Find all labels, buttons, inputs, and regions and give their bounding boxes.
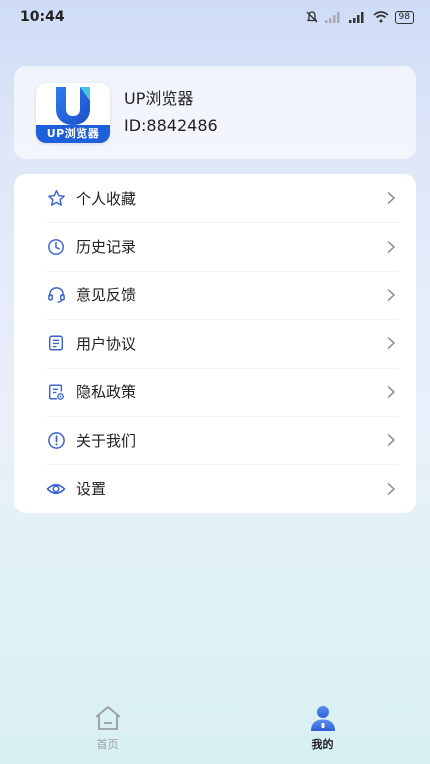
signal-icon: [348, 12, 364, 23]
profile-id: ID:8842486: [124, 115, 218, 135]
menu-item-label: 设置: [76, 480, 107, 499]
menu-item-privacy-policy[interactable]: 隐私政策: [46, 367, 398, 416]
clock-icon: [46, 237, 66, 257]
info-icon: [46, 430, 66, 450]
home-icon: [94, 706, 121, 730]
chevron-right-icon: [387, 240, 396, 253]
profile-name: UP浏览器: [124, 88, 194, 108]
menu-item-settings[interactable]: 设置: [46, 464, 398, 512]
menu-item-label: 隐私政策: [76, 383, 137, 402]
menu-list: 个人收藏 历史记录 意见反馈 用户协议 隐私政策 关于我们 设置: [14, 174, 416, 513]
tab-label: 我的: [311, 738, 334, 751]
status-icons: 98: [305, 10, 414, 24]
chevron-right-icon: [387, 192, 396, 205]
chevron-right-icon: [387, 385, 396, 398]
profile-text: UP浏览器 ID:8842486: [124, 88, 218, 138]
profile-icon: [310, 706, 335, 731]
chevron-right-icon: [387, 337, 396, 350]
signal-weak-icon: [324, 12, 340, 23]
logo-text: UP浏览器: [36, 124, 110, 143]
menu-item-history[interactable]: 历史记录: [46, 222, 398, 270]
profile-card[interactable]: UP浏览器 UP浏览器 ID:8842486: [14, 66, 416, 159]
tab-mine[interactable]: 我的: [215, 700, 430, 764]
menu-item-label: 意见反馈: [76, 286, 137, 305]
tab-home[interactable]: 首页: [0, 700, 215, 764]
menu-item-favorites[interactable]: 个人收藏: [46, 174, 398, 222]
menu-item-label: 用户协议: [76, 334, 137, 353]
document-icon: [46, 333, 66, 353]
menu-item-label: 关于我们: [76, 431, 137, 450]
menu-item-label: 个人收藏: [76, 189, 137, 208]
menu-item-label: 历史记录: [76, 238, 137, 257]
u-logo-icon: [56, 86, 90, 125]
menu-item-about-us[interactable]: 关于我们: [46, 415, 398, 464]
settings-icon: [46, 479, 66, 499]
status-bar: 10:44 98: [0, 0, 430, 34]
chevron-right-icon: [387, 482, 396, 495]
chevron-right-icon: [387, 288, 396, 302]
menu-item-user-agreement[interactable]: 用户协议: [46, 319, 398, 367]
bottom-tab-bar: 首页 我的: [0, 700, 430, 764]
tab-label: 首页: [96, 738, 119, 751]
status-time: 10:44: [20, 9, 65, 25]
wifi-icon: [373, 11, 389, 23]
headset-icon: [46, 285, 66, 305]
chevron-right-icon: [387, 434, 396, 447]
menu-item-feedback[interactable]: 意见反馈: [46, 270, 398, 319]
battery-indicator: 98: [394, 10, 414, 24]
star-icon: [46, 188, 66, 208]
bell-muted-icon: [306, 11, 318, 23]
privacy-doc-icon: [46, 382, 66, 402]
app-logo: UP浏览器: [36, 82, 110, 143]
